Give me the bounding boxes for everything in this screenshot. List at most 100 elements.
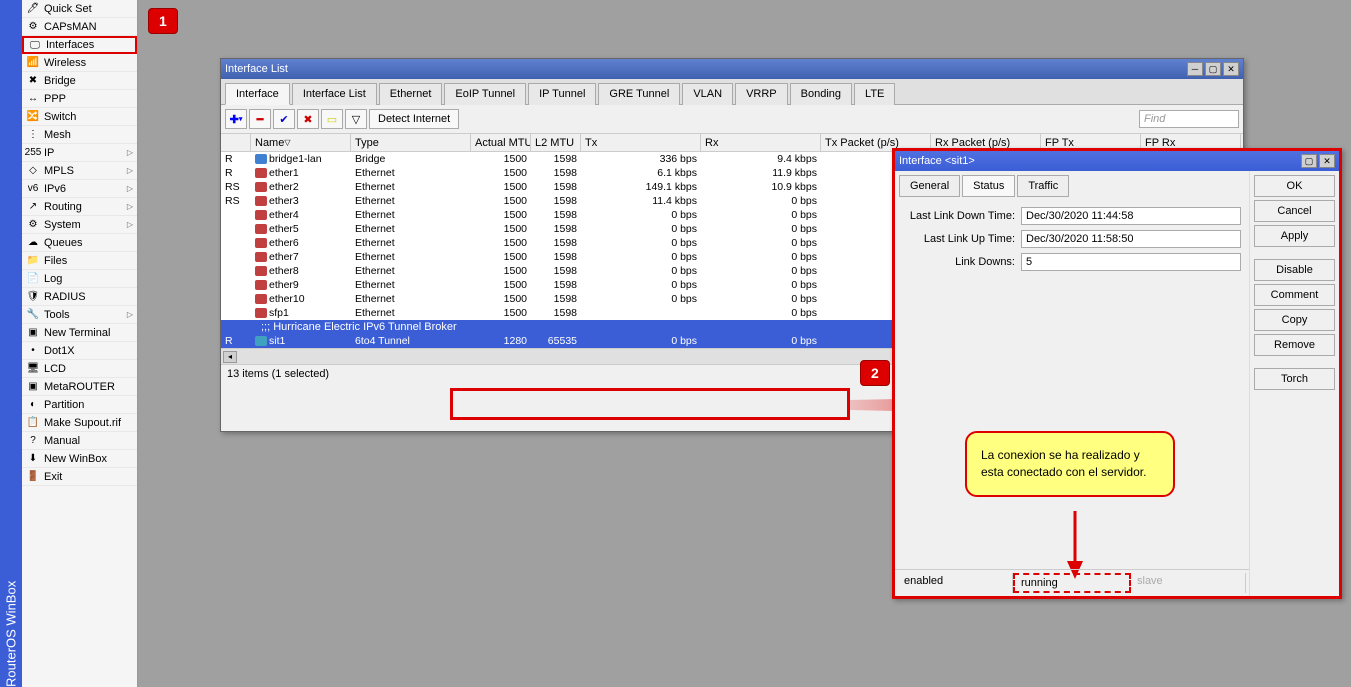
interface-list-titlebar[interactable]: Interface List ─ ▢ ✕ <box>221 59 1243 79</box>
sidebar-icon: • <box>26 344 40 358</box>
sidebar-icon: 🖊 <box>26 2 40 16</box>
sidebar-item-log[interactable]: 📄Log <box>22 270 137 288</box>
disable-button[interactable]: ✖ <box>297 109 319 129</box>
sidebar-item-new-terminal[interactable]: ▣New Terminal <box>22 324 137 342</box>
sidebar-label: Wireless <box>44 57 86 69</box>
detail-maximize-button[interactable]: ▢ <box>1301 154 1317 168</box>
column-header[interactable]: Actual MTU <box>471 134 531 151</box>
status-enabled: enabled <box>898 573 1013 593</box>
sidebar-item-mesh[interactable]: ⋮Mesh <box>22 126 137 144</box>
tab-lte[interactable]: LTE <box>854 83 895 105</box>
app-title-bar: RouterOS WinBox <box>0 0 22 687</box>
sidebar-item-files[interactable]: 📁Files <box>22 252 137 270</box>
apply-button[interactable]: Apply <box>1254 225 1335 247</box>
tab-eoip-tunnel[interactable]: EoIP Tunnel <box>444 83 526 105</box>
sidebar-item-tools[interactable]: 🔧Tools▷ <box>22 306 137 324</box>
interface-detail-window: Interface <sit1> ▢ ✕ GeneralStatusTraffi… <box>892 148 1342 599</box>
column-header[interactable]: Rx <box>701 134 821 151</box>
column-header[interactable]: Tx <box>581 134 701 151</box>
comment-button[interactable]: ▭ <box>321 109 343 129</box>
tab-interface[interactable]: Interface <box>225 83 290 105</box>
sidebar-label: Files <box>44 255 67 267</box>
sidebar-icon: 📋 <box>26 416 40 430</box>
find-input[interactable]: Find <box>1139 110 1239 128</box>
sidebar-icon: ⬇ <box>26 452 40 466</box>
comment-button[interactable]: Comment <box>1254 284 1335 306</box>
sidebar-item-metarouter[interactable]: ▣ MetaROUTER <box>22 378 137 396</box>
sidebar-label: Log <box>44 273 62 285</box>
column-header[interactable]: Type <box>351 134 471 151</box>
cancel-button[interactable]: Cancel <box>1254 200 1335 222</box>
detail-tab-status[interactable]: Status <box>962 175 1015 197</box>
copy-button[interactable]: Copy <box>1254 309 1335 331</box>
maximize-button[interactable]: ▢ <box>1205 62 1221 76</box>
ok-button[interactable]: OK <box>1254 175 1335 197</box>
sidebar-icon: 🚪 <box>26 470 40 484</box>
torch-button[interactable]: Torch <box>1254 368 1335 390</box>
detail-tab-traffic[interactable]: Traffic <box>1017 175 1069 197</box>
interface-icon <box>255 210 267 220</box>
column-header[interactable]: L2 MTU <box>531 134 581 151</box>
sidebar-item-interfaces[interactable]: 🖵Interfaces <box>22 36 137 54</box>
tab-vlan[interactable]: VLAN <box>682 83 733 105</box>
sidebar-icon: 📶 <box>26 56 40 70</box>
callout-1: 1 <box>148 8 178 34</box>
scroll-left-arrow[interactable]: ◂ <box>223 351 237 363</box>
sidebar-item-mpls[interactable]: ◇MPLS▷ <box>22 162 137 180</box>
sidebar-item-switch[interactable]: 🔀Switch <box>22 108 137 126</box>
sidebar-label: Dot1X <box>44 345 75 357</box>
sidebar-label: Make Supout.rif <box>44 417 121 429</box>
remove-button[interactable]: Remove <box>1254 334 1335 356</box>
sidebar-item-ip[interactable]: 255IP▷ <box>22 144 137 162</box>
detail-close-button[interactable]: ✕ <box>1319 154 1335 168</box>
sidebar-item-lcd[interactable]: 🖥LCD <box>22 360 137 378</box>
sidebar-item-routing[interactable]: ↗Routing▷ <box>22 198 137 216</box>
detect-internet-button[interactable]: Detect Internet <box>369 109 459 129</box>
tab-gre-tunnel[interactable]: GRE Tunnel <box>598 83 680 105</box>
column-header[interactable] <box>221 134 251 151</box>
tab-ip-tunnel[interactable]: IP Tunnel <box>528 83 596 105</box>
column-header[interactable]: Name ▽ <box>251 134 351 151</box>
sidebar-item-dot1x[interactable]: • Dot1X <box>22 342 137 360</box>
sidebar-item-exit[interactable]: 🚪Exit <box>22 468 137 486</box>
sidebar-label: Quick Set <box>44 3 92 15</box>
sidebar-item-ipv6[interactable]: v6IPv6▷ <box>22 180 137 198</box>
tab-vrrp[interactable]: VRRP <box>735 83 788 105</box>
tab-ethernet[interactable]: Ethernet <box>379 83 443 105</box>
detail-window-title: Interface <sit1> <box>899 155 1301 167</box>
remove-button[interactable]: ━ <box>249 109 271 129</box>
sidebar-icon: ✖ <box>26 74 40 88</box>
sidebar-item-manual[interactable]: ?Manual <box>22 432 137 450</box>
sidebar-label: New Terminal <box>44 327 110 339</box>
sidebar-item-wireless[interactable]: 📶 Wireless <box>22 54 137 72</box>
detail-titlebar[interactable]: Interface <sit1> ▢ ✕ <box>895 151 1339 171</box>
interface-icon <box>255 266 267 276</box>
last-link-down-value: Dec/30/2020 11:44:58 <box>1021 207 1241 225</box>
minimize-button[interactable]: ─ <box>1187 62 1203 76</box>
sidebar-label: Mesh <box>44 129 71 141</box>
sidebar-item-new-winbox[interactable]: ⬇New WinBox <box>22 450 137 468</box>
sidebar-icon: ↗ <box>26 200 40 214</box>
disable-button[interactable]: Disable <box>1254 259 1335 281</box>
sidebar-item-radius[interactable]: 🛡RADIUS <box>22 288 137 306</box>
sidebar-item-ppp[interactable]: ↔PPP <box>22 90 137 108</box>
sidebar-icon: ▣ <box>26 380 40 394</box>
sidebar-label: System <box>44 219 81 231</box>
sidebar-item-bridge[interactable]: ✖Bridge <box>22 72 137 90</box>
close-button[interactable]: ✕ <box>1223 62 1239 76</box>
enable-button[interactable]: ✔ <box>273 109 295 129</box>
sidebar-item-capsman[interactable]: ⚙CAPsMAN <box>22 18 137 36</box>
detail-tab-general[interactable]: General <box>899 175 960 197</box>
sidebar-item-system[interactable]: ⚙System▷ <box>22 216 137 234</box>
submenu-arrow-icon: ▷ <box>127 220 133 229</box>
add-button[interactable]: ✚▾ <box>225 109 247 129</box>
sidebar-item-queues[interactable]: ☁Queues <box>22 234 137 252</box>
sidebar-icon: ◐ <box>26 398 40 412</box>
sidebar-item-make-supout.rif[interactable]: 📋 Make Supout.rif <box>22 414 137 432</box>
sidebar-item-partition[interactable]: ◐Partition <box>22 396 137 414</box>
sidebar-item-quick-set[interactable]: 🖊 Quick Set <box>22 0 137 18</box>
filter-button[interactable]: ▽ <box>345 109 367 129</box>
tab-bonding[interactable]: Bonding <box>790 83 852 105</box>
tab-interface-list[interactable]: Interface List <box>292 83 377 105</box>
sidebar-label: MetaROUTER <box>44 381 115 393</box>
